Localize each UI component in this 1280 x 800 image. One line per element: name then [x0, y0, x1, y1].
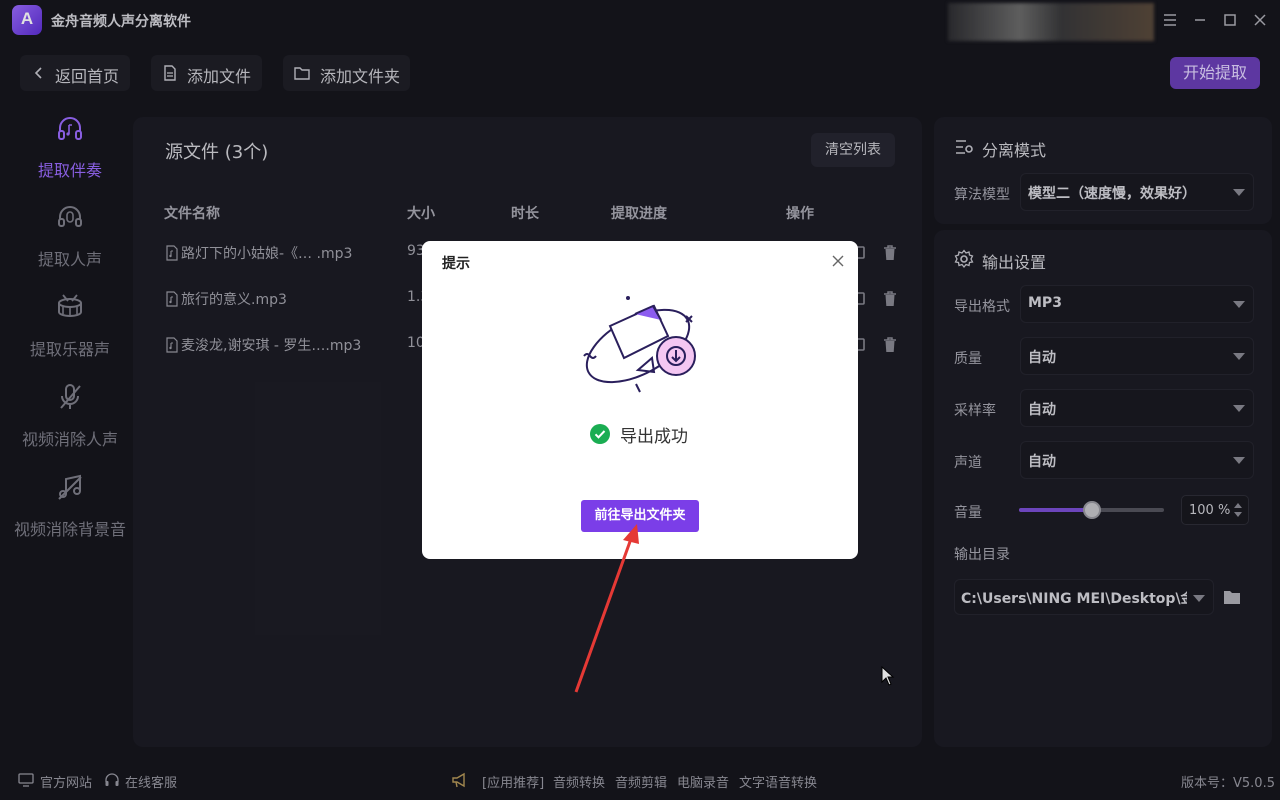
export-folder-illustration	[580, 286, 700, 406]
export-success-dialog: 提示 导出成功 前往导出文件夹	[422, 241, 858, 559]
open-export-folder-button[interactable]: 前往导出文件夹	[581, 500, 699, 532]
dialog-title: 提示	[442, 256, 470, 272]
success-message: 导出成功	[620, 427, 688, 447]
success-check-icon	[590, 424, 610, 444]
close-icon[interactable]	[830, 253, 846, 269]
